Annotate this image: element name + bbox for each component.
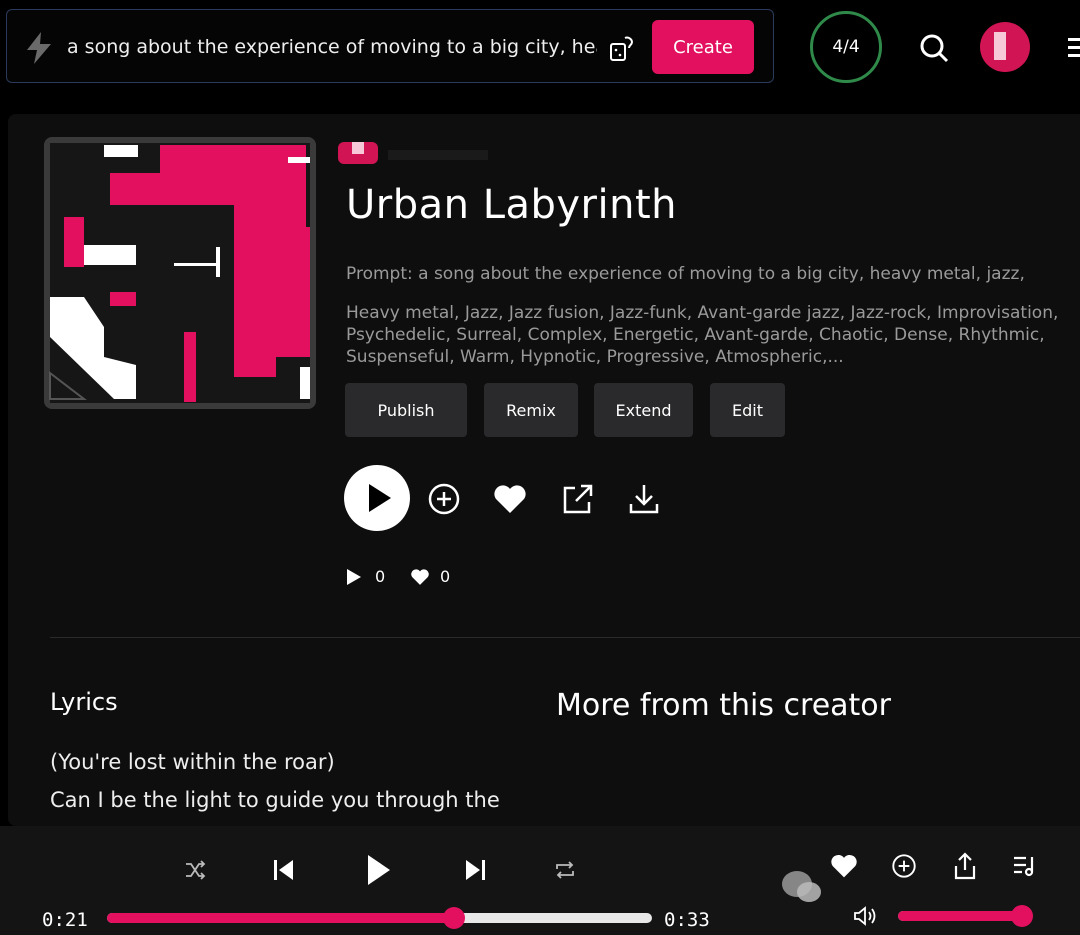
- next-icon[interactable]: [464, 858, 486, 882]
- add-to-playlist-icon[interactable]: [427, 482, 461, 516]
- menu-icon[interactable]: [1068, 36, 1080, 60]
- previous-icon[interactable]: [273, 858, 295, 882]
- album-cover[interactable]: [44, 137, 316, 409]
- play-count: 0: [375, 567, 386, 586]
- player-play-icon[interactable]: [366, 854, 392, 886]
- volume-icon[interactable]: [853, 905, 879, 927]
- creator-avatar[interactable]: [338, 140, 498, 166]
- queue-icon[interactable]: [1012, 854, 1038, 878]
- player-like-icon[interactable]: [830, 853, 858, 879]
- progress-slider[interactable]: [107, 907, 652, 929]
- share-icon[interactable]: [561, 482, 595, 516]
- elapsed-time: 0:21: [42, 909, 88, 931]
- avatar[interactable]: [980, 22, 1030, 72]
- publish-button[interactable]: Publish: [345, 383, 467, 437]
- shuffle-icon[interactable]: [184, 860, 206, 880]
- like-count: 0: [440, 567, 451, 586]
- more-from-creator-heading: More from this creator: [556, 688, 891, 723]
- like-icon[interactable]: [493, 483, 527, 515]
- lyrics-heading: Lyrics: [50, 688, 118, 716]
- song-title: Urban Labyrinth: [346, 182, 677, 228]
- player-add-icon[interactable]: [891, 853, 917, 879]
- repeat-icon[interactable]: [554, 860, 576, 880]
- remix-button[interactable]: Remix: [484, 383, 578, 437]
- prompt-bar: a song about the experience of moving to…: [6, 9, 774, 83]
- divider: [50, 637, 1080, 638]
- credits-counter: 4/4: [810, 11, 882, 83]
- prompt-input[interactable]: a song about the experience of moving to…: [67, 36, 597, 58]
- lyric-line: (You're lost within the roar): [50, 750, 335, 774]
- create-button[interactable]: Create: [652, 20, 754, 74]
- song-tags: Heavy metal, Jazz, Jazz fusion, Jazz-fun…: [346, 303, 1059, 367]
- player-share-icon[interactable]: [953, 852, 977, 880]
- lyric-line: Can I be the light to guide you through …: [50, 788, 500, 812]
- lightning-icon: [27, 32, 51, 64]
- play-icon: [369, 484, 391, 512]
- duration: 0:33: [664, 909, 710, 931]
- extend-button[interactable]: Extend: [594, 383, 693, 437]
- like-count-icon: [411, 569, 429, 585]
- watermark-logo: [782, 871, 821, 902]
- play-count-icon: [347, 569, 361, 585]
- play-button[interactable]: [344, 465, 410, 531]
- search-icon[interactable]: [918, 32, 950, 64]
- volume-fill: [898, 911, 1022, 921]
- song-prompt: Prompt: a song about the experience of m…: [346, 264, 1025, 284]
- volume-slider[interactable]: [898, 905, 1033, 927]
- edit-button[interactable]: Edit: [710, 383, 785, 437]
- download-icon[interactable]: [627, 482, 661, 516]
- progress-handle[interactable]: [442, 907, 465, 929]
- progress-fill: [107, 913, 454, 923]
- dice-icon[interactable]: [609, 34, 635, 62]
- volume-handle[interactable]: [1010, 905, 1033, 927]
